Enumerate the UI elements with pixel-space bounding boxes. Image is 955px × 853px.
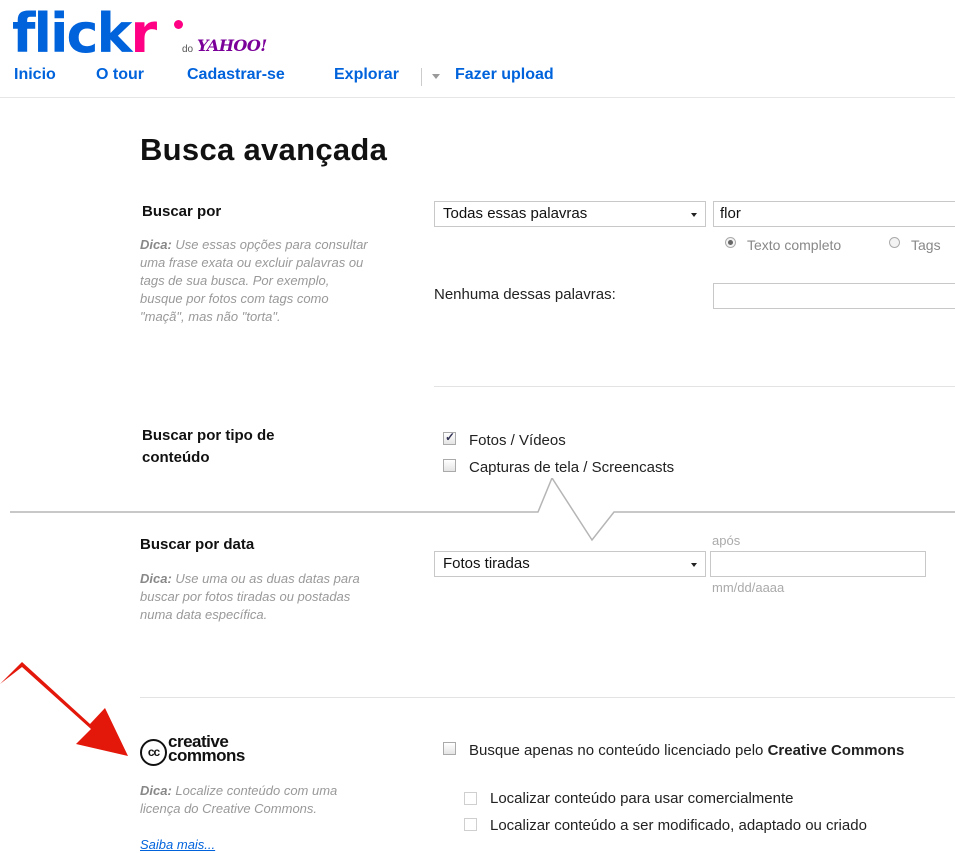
logo-dot	[174, 20, 183, 29]
nav-cadastrar[interactable]: Cadastrar-se	[187, 66, 285, 84]
cc-only-checkbox[interactable]	[443, 742, 456, 755]
date-type-select[interactable]: Fotos tiradas	[434, 551, 706, 577]
chevron-down-icon[interactable]	[432, 74, 440, 79]
logo-flickr-text: flick	[12, 2, 132, 65]
logo-do-text: do	[182, 44, 194, 55]
content-type-title-line2: conteúdo	[142, 449, 210, 466]
cc-icon: cc	[140, 739, 167, 766]
radio-full-text-label: Texto completo	[747, 237, 842, 253]
radio-tags-label: Tags	[911, 237, 941, 253]
search-query-input[interactable]: flor	[713, 201, 955, 227]
logo-yahoo-text: YAHOO!	[197, 36, 267, 55]
radio-tags[interactable]	[889, 237, 900, 248]
tip-text: Use essas opções para consultar uma fras…	[140, 237, 368, 324]
exclude-words-label: Nenhuma dessas palavras:	[434, 286, 616, 303]
nav-upload[interactable]: Fazer upload	[455, 66, 554, 84]
cc-modify-label: Localizar conteúdo a ser modificado, ada…	[490, 817, 867, 834]
tip-label: Dica:	[140, 237, 172, 252]
page-title: Busca avançada	[140, 132, 388, 167]
dropdown-arrow-icon	[691, 563, 697, 567]
cc-only-label-bold: Creative Commons	[767, 742, 905, 759]
flickr-logo[interactable]: flickr do YAHOO!	[12, 6, 267, 62]
date-after-input[interactable]	[710, 551, 926, 577]
header-divider	[0, 97, 955, 98]
nav-inicio[interactable]: Inicio	[14, 66, 56, 84]
cc-tip: Dica: Localize conteúdo com uma licença …	[140, 782, 360, 818]
search-mode-select[interactable]: Todas essas palavras	[434, 201, 706, 227]
tip-label: Dica:	[140, 783, 172, 798]
by-date-tip: Dica: Use uma ou as duas datas para busc…	[140, 570, 365, 624]
screencasts-label: Capturas de tela / Screencasts	[469, 459, 675, 476]
dropdown-arrow-icon	[691, 213, 697, 217]
cc-only-label: Busque apenas no conteúdo licenciado pel…	[469, 742, 904, 759]
cc-only-label-prefix: Busque apenas no conteúdo licenciado pel…	[469, 742, 768, 759]
cc-modify-checkbox[interactable]	[464, 818, 477, 831]
date-type-value: Fotos tiradas	[443, 555, 530, 572]
tip-label: Dica:	[140, 571, 172, 586]
photos-videos-checkbox[interactable]	[443, 430, 456, 445]
nav-tour[interactable]: O tour	[96, 66, 144, 84]
section-divider	[140, 697, 955, 698]
section-title-search-by: Buscar por	[142, 203, 222, 220]
photos-videos-label: Fotos / Vídeos	[469, 432, 566, 449]
cc-commercial-label: Localizar conteúdo para usar comercialme…	[490, 790, 794, 807]
section-title-content-type: Buscar por tipo de conteúdo	[142, 425, 275, 469]
screencasts-checkbox[interactable]	[443, 459, 456, 472]
nav-explorar[interactable]: Explorar	[334, 66, 399, 84]
date-format-hint: mm/dd/aaaa	[712, 580, 785, 595]
search-by-tip: Dica: Use essas opções para consultar um…	[140, 236, 370, 326]
nav-separator	[421, 68, 422, 86]
radio-full-text[interactable]	[725, 237, 736, 248]
tip-text: Use uma ou as duas datas para buscar por…	[140, 571, 360, 622]
creative-commons-logo: cc creative commons	[140, 733, 280, 770]
learn-more-link[interactable]: Saiba mais...	[140, 837, 215, 852]
section-title-by-date: Buscar por data	[140, 536, 255, 553]
cc-wordmark-line2: commons	[168, 746, 245, 765]
red-arrow-annotation	[0, 662, 128, 756]
exclude-words-input[interactable]	[713, 283, 955, 309]
cc-commercial-checkbox[interactable]	[464, 792, 477, 805]
date-after-label: após	[712, 533, 741, 548]
content-type-title-line1: Buscar por tipo de	[142, 427, 275, 444]
cc-wordmark: creative commons	[168, 733, 245, 765]
logo-flickr-r: r	[130, 2, 157, 65]
search-mode-value: Todas essas palavras	[443, 205, 588, 222]
section-divider	[434, 386, 955, 387]
